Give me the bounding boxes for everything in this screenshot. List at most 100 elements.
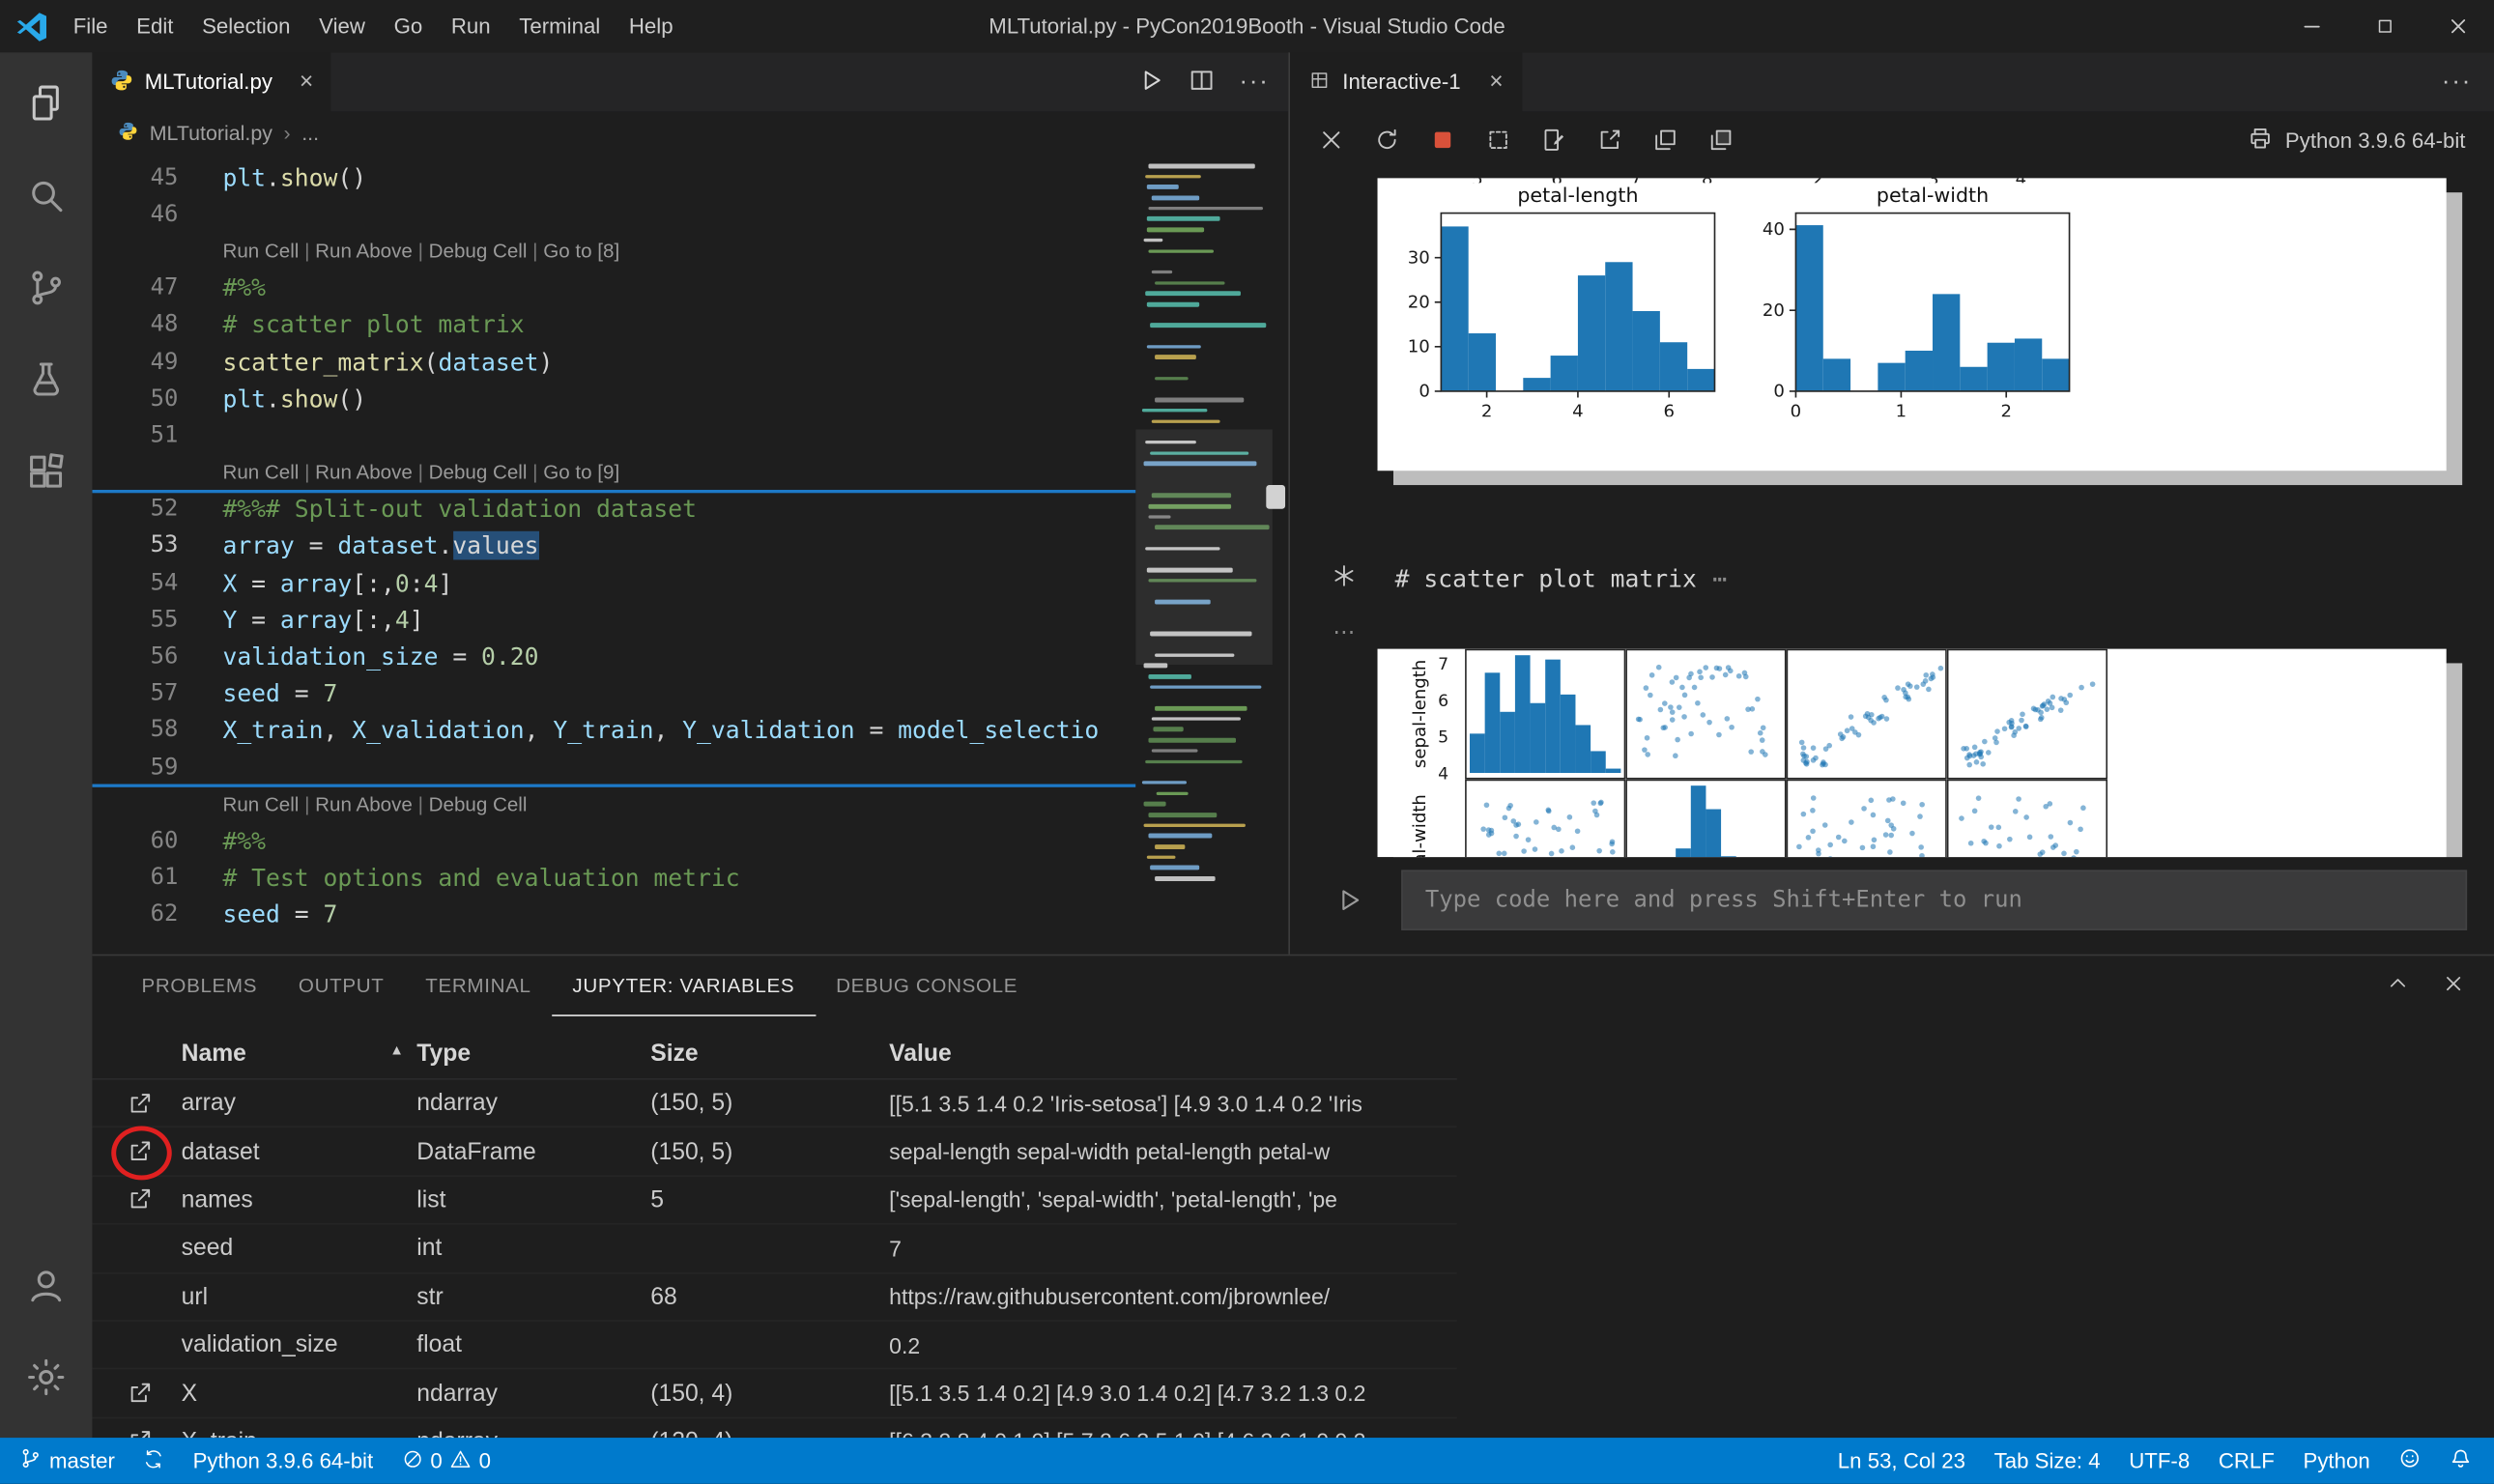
code-line-49[interactable]: 49scatter_matrix(dataset) [92,343,1135,380]
encoding-indicator[interactable]: UTF-8 [2129,1449,2190,1473]
cell-more-icon[interactable]: ⋯ [1333,618,1355,645]
export-notebook-icon[interactable] [1541,128,1566,153]
collapse-all-icon[interactable] [1708,128,1734,153]
codelens-link[interactable]: Run Cell [222,793,299,815]
interpreter-indicator[interactable]: Python 3.9.6 64-bit [193,1449,374,1473]
variable-row-validation_size[interactable]: validation_sizefloat0.2 [92,1322,1456,1370]
tab-mltutorial[interactable]: MLTutorial.py × [92,52,330,111]
restart-kernel-icon[interactable] [1374,128,1399,153]
code-line-60[interactable]: 60#%% [92,823,1135,860]
code-editor[interactable]: 45plt.show()46Run Cell | Run Above | Deb… [92,159,1135,955]
tab-size-indicator[interactable]: Tab Size: 4 [1994,1449,2101,1473]
variable-row-dataset[interactable]: datasetDataFrame(150, 5)sepal-length sep… [92,1128,1456,1177]
code-line-51[interactable]: 51 [92,417,1135,454]
activity-extensions-icon[interactable] [8,434,84,510]
codelens-link[interactable]: Debug Cell [429,462,528,484]
cell-ellipsis[interactable]: ⋯ [1712,564,1727,593]
code-line-58[interactable]: 58X_train, X_validation, Y_train, Y_vali… [92,712,1135,749]
more-actions-button[interactable]: ··· [2442,52,2494,111]
menu-terminal[interactable]: Terminal [504,0,615,52]
menu-help[interactable]: Help [615,0,687,52]
panel-tab-terminal[interactable]: TERMINAL [405,956,552,1016]
expand-all-icon[interactable] [1652,128,1677,153]
menu-edit[interactable]: Edit [122,0,187,52]
activity-test-icon[interactable] [8,342,84,418]
code-line-52[interactable]: 52#%%# Split-out validation dataset [92,491,1135,528]
variable-row-array[interactable]: arrayndarray(150, 5)[[5.1 3.5 1.4 0.2 'I… [92,1080,1456,1128]
code-line-53[interactable]: 53array = dataset.values [92,528,1135,564]
code-line-47[interactable]: 47#%% [92,270,1135,306]
tab-close-icon[interactable]: × [300,69,313,96]
sync-button[interactable] [144,1448,164,1473]
column-name[interactable]: Name [182,1041,417,1068]
close-button[interactable] [2421,0,2494,52]
codelens-link[interactable]: Go to [9] [543,462,619,484]
variable-row-seed[interactable]: seedint7 [92,1225,1456,1273]
column-size[interactable]: Size [650,1041,889,1068]
code-line-45[interactable]: 45plt.show() [92,159,1135,196]
codelens-link[interactable]: Run Above [315,793,413,815]
run-input-icon[interactable] [1334,886,1363,920]
more-actions-button[interactable]: ··· [1239,68,1269,97]
code-line-55[interactable]: 55Y = array[:,4] [92,602,1135,639]
codelens-link[interactable]: Run Above [315,241,413,263]
panel-tab-problems[interactable]: PROBLEMS [121,956,277,1016]
minimize-button[interactable] [2275,0,2348,52]
tab-interactive-1[interactable]: Interactive-1 × [1290,52,1522,111]
kernel-indicator[interactable]: Python 3.9.6 64-bit [2247,125,2494,155]
menu-view[interactable]: View [304,0,379,52]
panel-tab-output[interactable]: OUTPUT [278,956,405,1016]
code-line-57[interactable]: 57seed = 7 [92,675,1135,712]
minimap[interactable] [1135,159,1273,955]
codelens-link[interactable]: Debug Cell [429,241,528,263]
activity-search-icon[interactable] [8,157,84,234]
open-in-data-viewer-icon[interactable] [128,1187,182,1213]
language-indicator[interactable]: Python [2304,1449,2370,1473]
breadcrumb-file[interactable]: MLTutorial.py [150,121,272,145]
activity-account-icon[interactable] [8,1247,84,1324]
close-panel-icon[interactable] [2442,972,2466,1001]
variable-row-X_train[interactable]: X_trainndarray(120, 4)[[6.3 2.8 4.0 1.0]… [92,1418,1456,1440]
outline-square-icon[interactable] [1485,128,1510,153]
code-cell[interactable]: # scatter plot matrix ⋯ [1395,564,1728,593]
codelens-link[interactable]: Go to [8] [543,241,619,263]
open-in-editor-icon[interactable] [1597,128,1622,153]
table-header[interactable]: Name ▲Type Size Value [92,1029,1456,1080]
code-line-61[interactable]: 61# Test options and evaluation metric [92,860,1135,897]
branch-indicator[interactable]: master [19,1447,115,1474]
column-type[interactable]: ▲Type [416,1041,650,1068]
panel-tab-jupyter-variables[interactable]: JUPYTER: VARIABLES [552,956,816,1016]
notifications-button[interactable] [2450,1447,2472,1474]
feedback-button[interactable] [2398,1447,2421,1474]
codelens-link[interactable]: Run Cell [222,462,299,484]
activity-source-control-icon[interactable] [8,249,84,326]
split-editor-button[interactable] [1189,66,1216,98]
interrupt-kernel-icon[interactable] [1430,128,1455,153]
activity-settings-icon[interactable] [8,1339,84,1415]
panel-tab-debug-console[interactable]: DEBUG CONSOLE [816,956,1039,1016]
maximize-panel-icon[interactable] [2386,972,2410,1001]
code-line-62[interactable]: 62seed = 7 [92,897,1135,933]
code-line-54[interactable]: 54X = array[:,0:4] [92,564,1135,601]
interactive-input[interactable] [1401,870,2467,930]
code-line-59[interactable]: 59 [92,749,1135,785]
codelens-link[interactable]: Debug Cell [429,793,528,815]
code-line-56[interactable]: 56validation_size = 0.20 [92,639,1135,675]
minimap-slider[interactable] [1135,429,1273,665]
open-in-data-viewer-icon[interactable] [128,1381,182,1406]
codelens-link[interactable]: Run Above [315,462,413,484]
codelens-link[interactable]: Run Cell [222,241,299,263]
menu-go[interactable]: Go [380,0,437,52]
snowflake-icon[interactable] [1332,563,1357,593]
open-in-data-viewer-icon[interactable] [128,1091,182,1116]
column-value[interactable]: Value [889,1041,1457,1068]
code-line-48[interactable]: 48# scatter plot matrix [92,306,1135,343]
tab-close-icon[interactable]: × [1489,69,1503,96]
breadcrumb-symbol[interactable]: ... [301,121,319,145]
clear-all-icon[interactable] [1319,128,1344,153]
activity-explorer-icon[interactable] [8,65,84,141]
variable-row-X[interactable]: Xndarray(150, 4)[[5.1 3.5 1.4 0.2] [4.9 … [92,1370,1456,1418]
variable-row-url[interactable]: urlstr68https://raw.githubusercontent.co… [92,1273,1456,1322]
menu-file[interactable]: File [59,0,122,52]
eol-indicator[interactable]: CRLF [2219,1449,2275,1473]
